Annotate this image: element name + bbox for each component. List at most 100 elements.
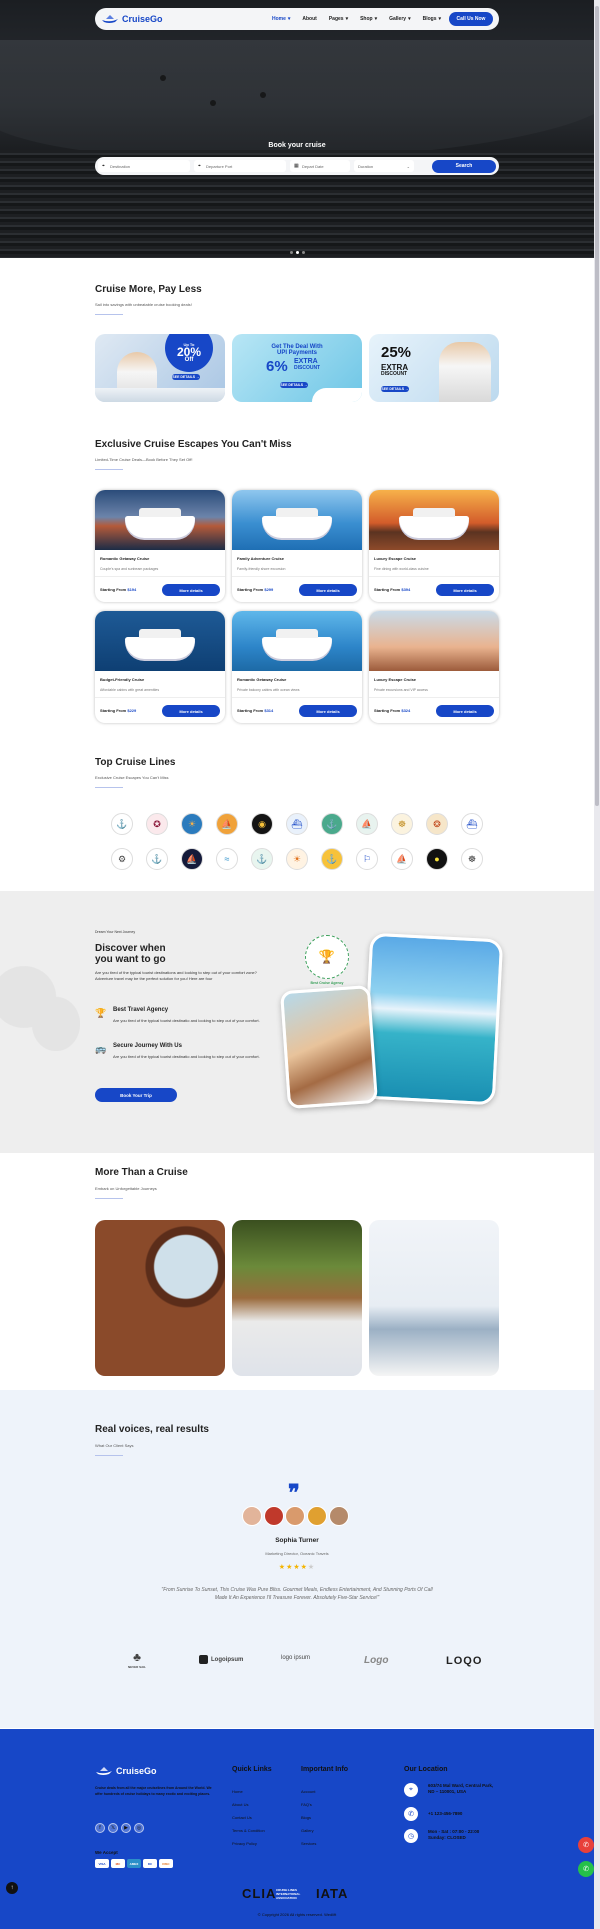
cruise-line-logo[interactable]: ⛵ bbox=[356, 813, 378, 835]
footer-link-terms[interactable]: Terms & Condition bbox=[232, 1828, 265, 1833]
depart-date-field[interactable]: ▦ Depart Date bbox=[290, 160, 350, 172]
cruise-line-logo[interactable]: ☸ bbox=[391, 813, 413, 835]
whatsapp-icon: ✆ bbox=[583, 1866, 589, 1873]
more-details-button[interactable]: More details bbox=[436, 705, 494, 717]
cruise-card[interactable]: Romantic Getaway Cruise Couple's spa and… bbox=[95, 490, 225, 602]
offer-card[interactable]: Get The Deal With UPI Payments 6% EXTRA DI… bbox=[232, 334, 362, 402]
cruise-line-logo[interactable]: ⛴ bbox=[461, 813, 483, 835]
see-details-button[interactable]: SEE DETAILS → bbox=[172, 374, 200, 380]
more-details-button[interactable]: More details bbox=[162, 584, 220, 596]
more-details-button[interactable]: More details bbox=[299, 584, 357, 596]
partner-logo[interactable]: Logo bbox=[364, 1655, 388, 1666]
more-details-button[interactable]: More details bbox=[162, 705, 220, 717]
slider-dot[interactable] bbox=[289, 251, 293, 254]
duration-select[interactable]: Duration ⌄ bbox=[354, 160, 414, 172]
departure-port-field[interactable]: ⌖ Departure Port bbox=[194, 160, 286, 172]
footer-link-blogs[interactable]: Blogs bbox=[301, 1815, 311, 1820]
divider bbox=[369, 576, 499, 577]
footer-link-gallery[interactable]: Gallery bbox=[301, 1828, 314, 1833]
footer-link-contact[interactable]: Contact Us bbox=[232, 1815, 252, 1820]
cruise-line-logo[interactable]: ☀ bbox=[286, 848, 308, 870]
footer-logo[interactable]: CruiseGo bbox=[95, 1766, 157, 1776]
facebook-icon[interactable]: f bbox=[95, 1823, 105, 1833]
footer-link-faq[interactable]: FAQ's bbox=[301, 1802, 312, 1807]
back-to-top-button[interactable]: ↑ bbox=[6, 1882, 18, 1894]
avatar[interactable] bbox=[242, 1506, 262, 1526]
star-icon: ★ bbox=[293, 1564, 301, 1571]
see-details-button[interactable]: SEE DETAILS → bbox=[280, 382, 308, 388]
nav-item-home[interactable]: Home ▾ bbox=[272, 16, 290, 22]
page-scrollbar[interactable] bbox=[594, 0, 600, 1929]
cruise-card[interactable]: Romantic Getaway Cruise Private balcony … bbox=[232, 611, 362, 723]
footer-link-services[interactable]: Services bbox=[301, 1841, 316, 1846]
avatar[interactable] bbox=[329, 1506, 349, 1526]
avatar[interactable] bbox=[307, 1506, 327, 1526]
call-us-button[interactable]: Call Us Now bbox=[449, 12, 493, 26]
diners-icon: DC bbox=[143, 1859, 157, 1868]
cruise-line-logo[interactable]: ◉ bbox=[251, 813, 273, 835]
cruise-line-logo[interactable]: ⚙ bbox=[111, 848, 133, 870]
cruise-line-logo[interactable]: ⛵ bbox=[181, 848, 203, 870]
destination-field[interactable]: ⌖ Destination bbox=[98, 160, 190, 172]
scrollbar-thumb[interactable] bbox=[595, 6, 599, 806]
cruise-line-logo[interactable]: ⚓ bbox=[321, 813, 343, 835]
cruise-line-logo[interactable]: ● bbox=[426, 848, 448, 870]
cruise-line-logo[interactable]: ✪ bbox=[146, 813, 168, 835]
nav-item-gallery[interactable]: Gallery ▾ bbox=[389, 16, 410, 22]
divider bbox=[95, 697, 225, 698]
cruise-line-logo[interactable]: ⚐ bbox=[356, 848, 378, 870]
whatsapp-float-button[interactable]: ✆ bbox=[578, 1861, 594, 1877]
call-float-button[interactable]: ✆ bbox=[578, 1837, 594, 1853]
partner-logo[interactable]: Logoipsum bbox=[199, 1655, 243, 1664]
avatar[interactable] bbox=[285, 1506, 305, 1526]
cruise-line-logo[interactable]: ⛵ bbox=[391, 848, 413, 870]
x-twitter-icon[interactable]: 𝕏 bbox=[108, 1823, 118, 1833]
cruise-line-logo[interactable]: ⚓ bbox=[111, 813, 133, 835]
book-trip-button[interactable]: Book Your Trip bbox=[95, 1088, 177, 1102]
cruise-line-logo[interactable]: ☀ bbox=[181, 813, 203, 835]
offer-card[interactable]: 25% EXTRA DISCOUNT SEE DETAILS → bbox=[369, 334, 499, 402]
cruise-card[interactable]: Luxury Escape Cruise Private excursions … bbox=[369, 611, 499, 723]
we-accept-label: We Accept bbox=[95, 1850, 118, 1855]
nav-item-about[interactable]: About bbox=[302, 16, 316, 22]
footer-phone[interactable]: +1 123-456-7890 bbox=[428, 1811, 462, 1817]
cruise-card[interactable]: Budget-Friendly Cruise Affordable cabins… bbox=[95, 611, 225, 723]
footer-link-home[interactable]: Home bbox=[232, 1789, 243, 1794]
youtube-icon[interactable]: ▶ bbox=[121, 1823, 131, 1833]
wedding-photo[interactable] bbox=[369, 1220, 499, 1376]
slider-dot-active[interactable] bbox=[295, 251, 299, 254]
nav-item-shop[interactable]: Shop ▾ bbox=[360, 16, 377, 22]
slider-dot[interactable] bbox=[301, 251, 305, 254]
cruise-card[interactable]: Family Adventure Cruise Family-friendly … bbox=[232, 490, 362, 602]
cruise-line-logo[interactable]: ⚓ bbox=[146, 848, 168, 870]
partner-logo[interactable]: ♣ NEVER SAIL bbox=[128, 1650, 146, 1669]
footer-link-about[interactable]: About Us bbox=[232, 1802, 248, 1807]
dining-photo[interactable] bbox=[232, 1220, 362, 1376]
brand-logo[interactable]: CruiseGo bbox=[101, 14, 163, 24]
nav-item-blogs[interactable]: Blogs ▾ bbox=[423, 16, 441, 22]
partner-logo[interactable]: logo ipsum bbox=[281, 1655, 310, 1661]
partner-logo[interactable]: LOQO bbox=[446, 1655, 482, 1667]
cruise-line-logo[interactable]: ⚓ bbox=[321, 848, 343, 870]
nav-item-pages[interactable]: Pages ▾ bbox=[329, 16, 348, 22]
cabin-photo[interactable] bbox=[95, 1220, 225, 1376]
offer-card[interactable]: Up To 20% Off SEE DETAILS → bbox=[95, 334, 225, 402]
more-details-button[interactable]: More details bbox=[436, 584, 494, 596]
cruise-line-logo[interactable]: ☸ bbox=[461, 848, 483, 870]
cruise-line-logo[interactable]: ❂ bbox=[426, 813, 448, 835]
cruise-line-logo[interactable]: ⛴ bbox=[286, 813, 308, 835]
see-details-button[interactable]: SEE DETAILS → bbox=[381, 386, 409, 392]
footer-link-privacy[interactable]: Privacy Policy bbox=[232, 1841, 257, 1846]
more-details-button[interactable]: More details bbox=[299, 705, 357, 717]
avatar[interactable] bbox=[264, 1506, 284, 1526]
cruise-line-logo[interactable]: ⛵ bbox=[216, 813, 238, 835]
footer-link-account[interactable]: Account bbox=[301, 1789, 315, 1794]
price-from: Starting From $194 bbox=[100, 587, 137, 592]
cruise-line-logo[interactable]: ≈ bbox=[216, 848, 238, 870]
section-underline bbox=[95, 314, 123, 315]
important-info-title: Important Info bbox=[301, 1766, 349, 1773]
search-button[interactable]: Search bbox=[432, 159, 496, 173]
cruise-card[interactable]: Luxury Escape Cruise Fine dining with wo… bbox=[369, 490, 499, 602]
instagram-icon[interactable]: ◎ bbox=[134, 1823, 144, 1833]
cruise-line-logo[interactable]: ⚓ bbox=[251, 848, 273, 870]
